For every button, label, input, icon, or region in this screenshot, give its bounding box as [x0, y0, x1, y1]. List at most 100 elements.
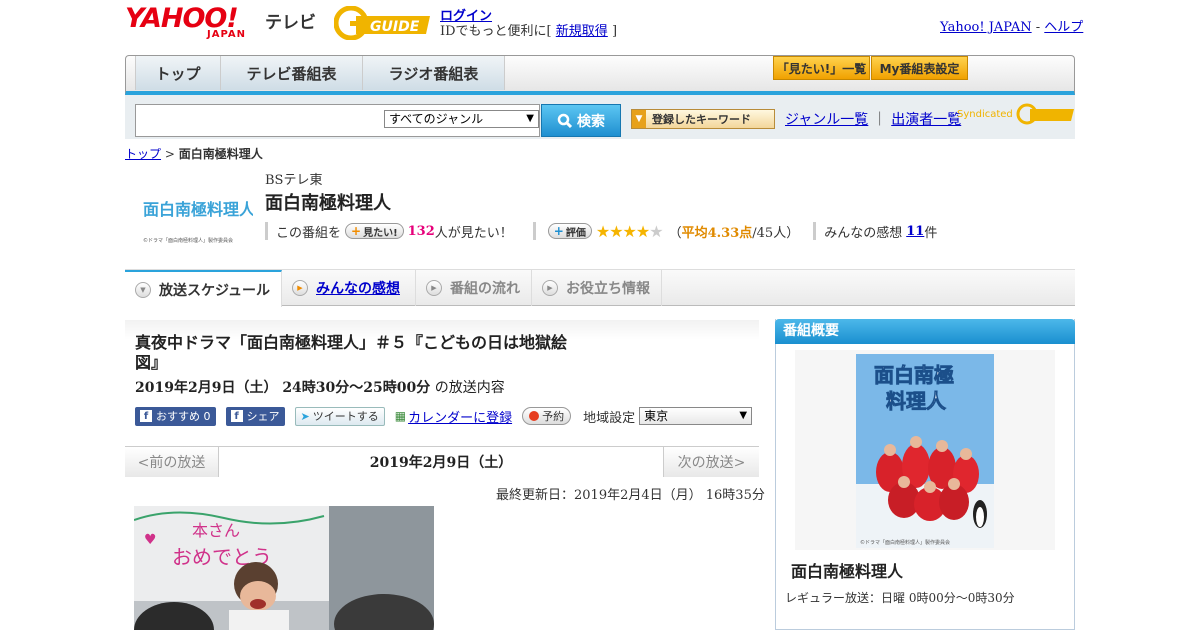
my-settings-button[interactable]: My番組表設定 — [871, 56, 968, 80]
tab-impressions-label: みんなの感想 — [316, 281, 400, 297]
impressions-prefix: みんなの感想 — [824, 225, 903, 241]
mitai-suffix: 人が見たい！ — [434, 225, 513, 241]
program-logo-text: 面白南極料理人 — [143, 200, 253, 219]
main-nav: トップ テレビ番組表 ラジオ番組表 「見たい!」一覧 My番組表設定 — [125, 55, 1075, 95]
breadcrumb-current: 面白南極料理人 — [178, 147, 263, 161]
tab-impressions[interactable]: ▶ みんなの感想 — [282, 270, 416, 306]
performer-list-link[interactable]: 出演者一覧 — [891, 112, 961, 128]
search-button[interactable]: 検索 — [541, 104, 621, 137]
broadcast-navigation: <前の放送 2019年2月9日（土） 次の放送> — [125, 446, 759, 477]
header-sep: - — [1031, 20, 1045, 35]
star-icon: ★ — [649, 221, 663, 241]
region-label: 地域設定 — [583, 410, 636, 426]
tab-flow-label: 番組の流れ — [450, 281, 520, 297]
tab-info: ▶ お役立ち情報 — [532, 270, 662, 306]
tab-schedule[interactable]: ▼ 放送スケジュール — [125, 270, 282, 307]
genre-select[interactable]: すべてのジャンル ▼ — [384, 110, 539, 128]
mitai-list-button[interactable]: 「見たい!」一覧 — [773, 56, 870, 80]
episode-datetime: 2019年2月9日（土） 24時30分～25時00分 — [135, 380, 431, 396]
gguide-small-logo — [1016, 103, 1074, 125]
syndicated-label: Syndicated — [957, 103, 1074, 125]
rating-button-label: 評価 — [565, 227, 586, 239]
facebook-recommend-button[interactable]: f おすすめ 0 — [135, 406, 216, 426]
mitai-button-label: 見たい! — [363, 227, 398, 239]
plus-icon: + — [553, 224, 564, 238]
keyword-button[interactable]: ▼ 登録したキーワード — [631, 109, 775, 129]
episode-datetime-suffix: の放送内容 — [434, 380, 505, 396]
login-sub-suffix: ] — [611, 24, 618, 39]
program-title: 面白南極料理人 — [265, 193, 391, 214]
login-subtext: IDでもっと便利に[ 新規取得 ] — [440, 20, 617, 39]
tweet-label: ツイートする — [312, 410, 379, 423]
region-select-value: 東京 — [644, 409, 669, 423]
episode-photo-image: ♥ 本さん おめでとう — [134, 506, 434, 630]
signup-link[interactable]: 新規取得 — [556, 24, 608, 39]
sidebar-program-title: 面白南極料理人 — [791, 562, 904, 581]
help-link[interactable]: ヘルプ — [1044, 20, 1083, 35]
episode-photo: ♥ 本さん おめでとう — [134, 506, 434, 630]
facebook-icon: f — [140, 410, 152, 422]
tv-label: テレビ — [265, 13, 316, 33]
facebook-share-button[interactable]: f シェア — [225, 406, 285, 426]
reserve-button[interactable]: 予約 — [522, 407, 572, 425]
last-updated: 最終更新日：2019年2月4日（月） 16時35分 — [496, 488, 765, 503]
link-divider: ｜ — [872, 112, 887, 128]
record-dot-icon — [529, 411, 540, 421]
star-icon: ★ — [609, 221, 623, 241]
program-tabs: ▼ 放送スケジュール ▶ みんなの感想 ▶ 番組の流れ ▶ お役立ち情報 — [125, 269, 1075, 307]
syndicated-text: Syndicated — [957, 109, 1013, 120]
sidebar-regular-broadcast: レギュラー放送：日曜 0時00分～0時30分 — [785, 591, 1015, 605]
breadcrumb-top[interactable]: トップ — [125, 147, 161, 161]
yahoo-japan-link[interactable]: Yahoo! JAPAN — [940, 20, 1032, 35]
channel-name: BSテレ東 — [265, 173, 323, 188]
twitter-bird-icon: ➤ — [300, 409, 310, 423]
rating-button[interactable]: + 評価 — [547, 223, 592, 239]
mitai-button[interactable]: + 見たい! — [345, 223, 404, 239]
impressions-count-link[interactable]: 11 — [906, 224, 924, 239]
program-poster: 面白南極 料理人 ©ドラマ「面白南極料理人」製作委員会 — [856, 354, 994, 548]
mitai-count: 132 — [407, 223, 435, 239]
chevron-down-icon: ▼ — [526, 113, 534, 124]
tweet-button[interactable]: ➤ ツイートする — [294, 406, 385, 426]
next-broadcast-button[interactable]: 次の放送> — [663, 447, 759, 477]
star-icon: ★ — [622, 221, 637, 241]
keyword-button-label: 登録したキーワード — [652, 113, 751, 126]
meta-divider — [532, 222, 536, 240]
calendar-icon: ▦ — [394, 409, 407, 423]
region-select[interactable]: 東京 ▼ — [639, 407, 753, 425]
gguide-text: GUIDE — [370, 19, 420, 35]
fb-share-label: シェア — [246, 410, 280, 423]
calendar-link[interactable]: カレンダーに登録 — [408, 407, 512, 426]
prev-broadcast-button[interactable]: <前の放送 — [125, 447, 219, 477]
chevron-down-icon: ▼ — [135, 281, 151, 298]
play-icon: ▶ — [542, 280, 558, 296]
poster-title-2: 料理人 — [886, 389, 947, 413]
photo-text-line1: 本さん — [192, 521, 240, 540]
reserve-label: 予約 — [542, 410, 565, 423]
gguide-logo: GUIDE — [334, 6, 430, 40]
rating-count: /45人） — [752, 225, 800, 241]
poster-copyright: ©ドラマ「面白南極料理人」製作委員会 — [860, 539, 950, 546]
star-icon: ★ — [635, 221, 650, 241]
rating-stars: ★★★★★ — [595, 221, 664, 241]
breadcrumb: トップ > 面白南極料理人 — [125, 145, 263, 162]
rating-average: 平均4.33点 — [681, 225, 753, 241]
fb-recommend-count: 0 — [203, 409, 211, 423]
breadcrumb-sep: > — [161, 147, 179, 161]
episode-title: 真夜中ドラマ「面白南極料理人」＃５『こどもの日は地獄絵図』 — [135, 333, 568, 372]
tab-flow: ▶ 番組の流れ — [416, 270, 532, 306]
play-icon: ▶ — [426, 280, 442, 296]
nav-tab-radio[interactable]: ラジオ番組表 — [362, 56, 505, 90]
header-links: Yahoo! JAPAN - ヘルプ — [940, 16, 1083, 35]
plus-icon: + — [351, 224, 362, 238]
star-icon: ★ — [595, 221, 610, 241]
triangle-down-icon: ▼ — [632, 110, 646, 128]
nav-tab-top[interactable]: トップ — [135, 56, 221, 90]
genre-select-value: すべてのジャンル — [389, 112, 484, 126]
tab-schedule-label: 放送スケジュール — [159, 282, 271, 299]
genre-list-link[interactable]: ジャンル一覧 — [785, 112, 868, 128]
search-icon — [557, 113, 573, 128]
chevron-down-icon: ▼ — [739, 410, 748, 421]
nav-tab-tv[interactable]: テレビ番組表 — [220, 56, 363, 90]
program-meta: この番組を + 見たい! 132 人が見たい！ + 評価 ★★★★★ （平均4.33… — [265, 221, 937, 241]
